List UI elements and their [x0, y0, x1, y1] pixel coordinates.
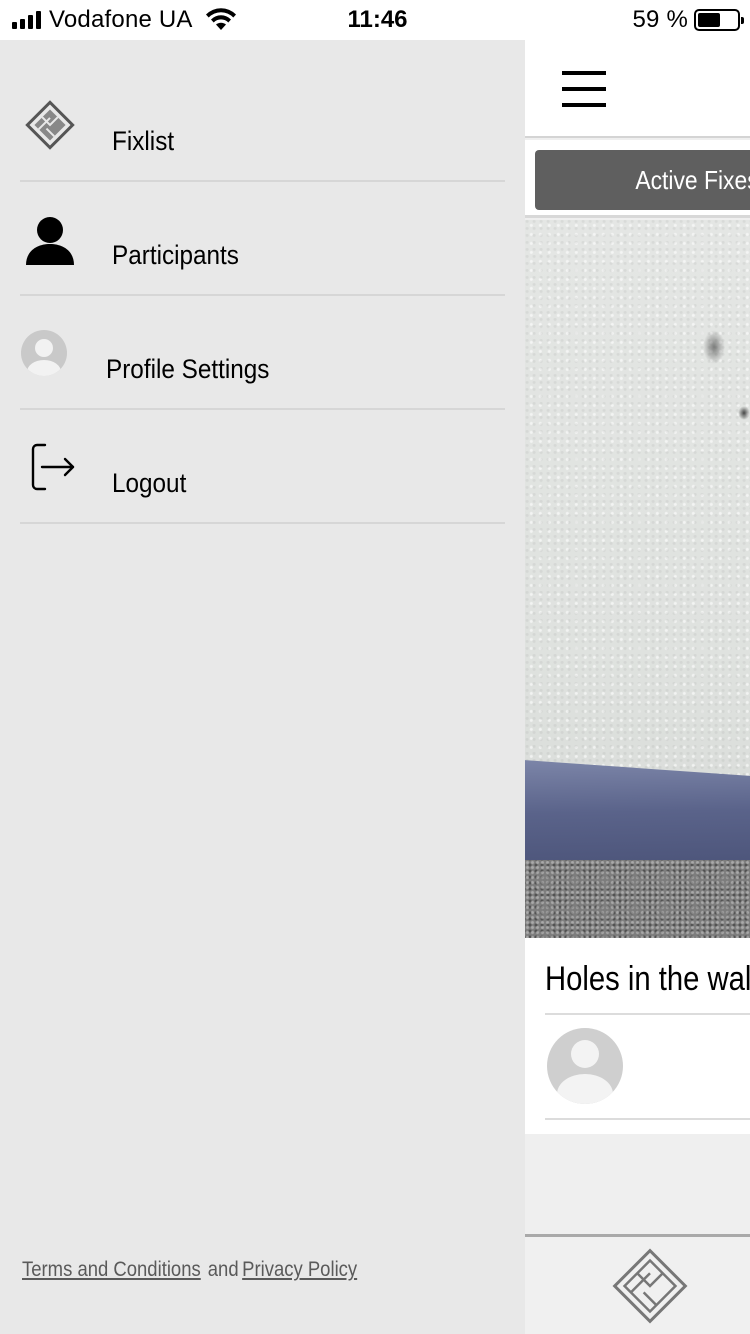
bottom-nav: [525, 1234, 750, 1334]
privacy-link[interactable]: Privacy Policy: [242, 1258, 357, 1281]
carpet: [525, 860, 750, 938]
fix-title: Holes in the wall: [545, 960, 750, 998]
legal-links: Terms and Conditions and Privacy Policy: [22, 1258, 357, 1282]
hamburger-icon[interactable]: [562, 71, 606, 107]
menu-label-fixlist: Fixlist: [112, 126, 175, 156]
menu-item-participants[interactable]: Participants: [20, 182, 505, 296]
tab-label: Active Fixes: [635, 165, 750, 195]
profile-avatar: [21, 330, 67, 376]
menu-label-profile-settings: Profile Settings: [106, 354, 270, 384]
person-icon: [20, 182, 80, 296]
divider: [545, 1118, 750, 1120]
avatar-icon: [20, 296, 80, 410]
logout-icon: [20, 410, 80, 524]
menu-label-participants: Participants: [112, 240, 239, 270]
battery-level: [698, 13, 721, 27]
skirting-board: [525, 760, 750, 876]
wall-hole: [703, 330, 725, 364]
battery-percent: 59 %: [632, 6, 688, 33]
menu-item-logout[interactable]: Logout: [20, 410, 505, 524]
and-text: and: [207, 1258, 239, 1281]
terms-link[interactable]: Terms and Conditions: [22, 1258, 201, 1281]
top-bar: [525, 40, 750, 138]
fix-card[interactable]: Holes in the wall: [525, 938, 750, 1134]
menu-item-profile-settings[interactable]: Profile Settings: [20, 296, 505, 410]
fixlist-logo-icon: [20, 68, 80, 182]
fixlist-logo-icon[interactable]: [609, 1245, 691, 1327]
status-right: 59 %: [632, 6, 744, 34]
assignee-avatar: [547, 1028, 623, 1104]
tab-active-fixes[interactable]: Active Fixes: [535, 150, 750, 210]
wall-hole: [738, 406, 750, 420]
menu-item-fixlist[interactable]: Fixlist: [20, 68, 505, 182]
navigation-drawer: Fixlist Participants Profile Settings Lo…: [0, 40, 525, 1334]
fix-photo[interactable]: [525, 220, 750, 938]
menu-label-logout: Logout: [112, 468, 187, 498]
divider: [545, 1013, 750, 1015]
tab-bar: Active Fixes: [525, 140, 750, 218]
status-bar: Vodafone UA 11:46 59 %: [0, 0, 750, 40]
battery-icon: [694, 9, 744, 31]
main-content: Active Fixes Holes in the wall: [525, 40, 750, 1334]
